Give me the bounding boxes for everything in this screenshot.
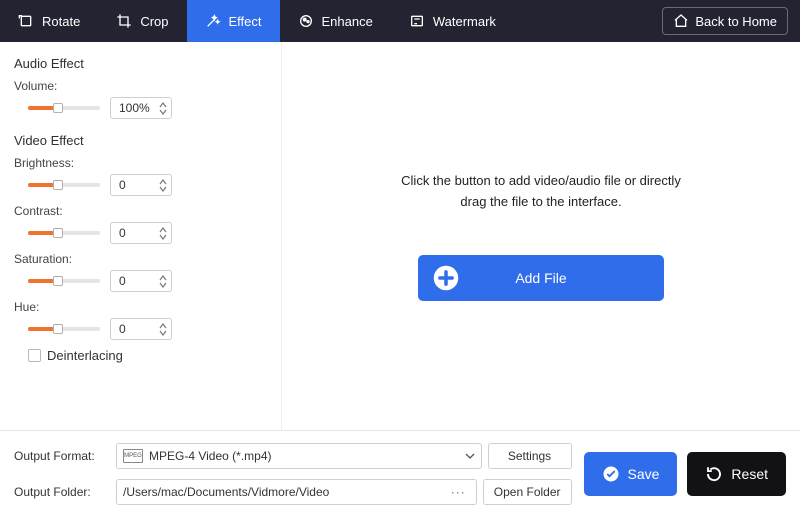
output-format-value: MPEG-4 Video (*.mp4) bbox=[149, 449, 459, 463]
contrast-label: Contrast: bbox=[14, 204, 267, 218]
check-circle-icon bbox=[602, 465, 620, 483]
brightness-stepper[interactable]: 0 bbox=[110, 174, 172, 196]
tab-label: Watermark bbox=[433, 14, 496, 29]
step-down[interactable] bbox=[159, 186, 167, 192]
slider-thumb[interactable] bbox=[53, 228, 63, 238]
step-up[interactable] bbox=[159, 227, 167, 233]
enhance-icon bbox=[298, 13, 314, 29]
step-up[interactable] bbox=[159, 275, 167, 281]
tab-watermark[interactable]: Watermark bbox=[391, 0, 514, 42]
save-label: Save bbox=[628, 466, 660, 482]
volume-value: 100% bbox=[119, 101, 155, 115]
main-area: Audio Effect Volume: 100% Video Effect B… bbox=[0, 42, 800, 430]
deinterlacing-label: Deinterlacing bbox=[47, 348, 123, 363]
reset-label: Reset bbox=[731, 466, 768, 482]
brightness-label: Brightness: bbox=[14, 156, 267, 170]
saturation-label: Saturation: bbox=[14, 252, 267, 266]
add-file-button[interactable]: Add File bbox=[418, 255, 664, 301]
tab-label: Effect bbox=[229, 14, 262, 29]
save-button[interactable]: Save bbox=[584, 452, 678, 496]
tab-label: Enhance bbox=[322, 14, 373, 29]
tab-label: Crop bbox=[140, 14, 168, 29]
volume-stepper[interactable]: 100% bbox=[110, 97, 172, 119]
step-up[interactable] bbox=[159, 179, 167, 185]
effects-sidebar: Audio Effect Volume: 100% Video Effect B… bbox=[0, 42, 282, 430]
tab-effect[interactable]: Effect bbox=[187, 0, 280, 42]
tab-crop[interactable]: Crop bbox=[98, 0, 186, 42]
open-folder-label: Open Folder bbox=[494, 485, 561, 499]
format-badge-icon: MPEG bbox=[123, 449, 143, 463]
step-down[interactable] bbox=[159, 109, 167, 115]
output-fields: Output Format: MPEG MPEG-4 Video (*.mp4)… bbox=[14, 443, 572, 505]
brightness-value: 0 bbox=[119, 178, 155, 192]
slider-thumb[interactable] bbox=[53, 103, 63, 113]
tab-label: Rotate bbox=[42, 14, 80, 29]
watermark-icon bbox=[409, 13, 425, 29]
output-folder-field[interactable]: /Users/mac/Documents/Vidmore/Video ··· bbox=[116, 479, 477, 505]
saturation-stepper[interactable]: 0 bbox=[110, 270, 172, 292]
deinterlacing-checkbox[interactable] bbox=[28, 349, 41, 362]
saturation-value: 0 bbox=[119, 274, 155, 288]
volume-slider[interactable] bbox=[28, 100, 100, 116]
back-to-home-button[interactable]: Back to Home bbox=[662, 7, 788, 35]
open-folder-button[interactable]: Open Folder bbox=[483, 479, 572, 505]
volume-label: Volume: bbox=[14, 79, 267, 93]
rotate-icon bbox=[18, 13, 34, 29]
tab-enhance[interactable]: Enhance bbox=[280, 0, 391, 42]
output-folder-label: Output Folder: bbox=[14, 485, 110, 499]
hue-stepper[interactable]: 0 bbox=[110, 318, 172, 340]
drop-hint: Click the button to add video/audio file… bbox=[401, 171, 681, 213]
bottom-bar: Output Format: MPEG MPEG-4 Video (*.mp4)… bbox=[0, 430, 800, 517]
step-down[interactable] bbox=[159, 330, 167, 336]
reset-button[interactable]: Reset bbox=[687, 452, 786, 496]
reset-icon bbox=[705, 465, 723, 483]
hue-value: 0 bbox=[119, 322, 155, 336]
contrast-value: 0 bbox=[119, 226, 155, 240]
output-format-label: Output Format: bbox=[14, 449, 110, 463]
browse-folder-button[interactable]: ··· bbox=[447, 485, 470, 499]
video-effect-heading: Video Effect bbox=[14, 133, 267, 148]
saturation-slider[interactable] bbox=[28, 273, 100, 289]
contrast-stepper[interactable]: 0 bbox=[110, 222, 172, 244]
deinterlacing-row[interactable]: Deinterlacing bbox=[28, 348, 267, 363]
settings-label: Settings bbox=[508, 449, 551, 463]
step-down[interactable] bbox=[159, 282, 167, 288]
home-icon bbox=[673, 13, 689, 29]
slider-thumb[interactable] bbox=[53, 180, 63, 190]
effect-icon bbox=[205, 13, 221, 29]
audio-effect-heading: Audio Effect bbox=[14, 56, 267, 71]
brightness-slider[interactable] bbox=[28, 177, 100, 193]
hue-label: Hue: bbox=[14, 300, 267, 314]
output-format-select[interactable]: MPEG MPEG-4 Video (*.mp4) bbox=[116, 443, 482, 469]
toolbar-right: Back to Home bbox=[650, 0, 800, 42]
back-home-label: Back to Home bbox=[695, 14, 777, 29]
crop-icon bbox=[116, 13, 132, 29]
step-up[interactable] bbox=[159, 102, 167, 108]
settings-button[interactable]: Settings bbox=[488, 443, 572, 469]
hue-slider[interactable] bbox=[28, 321, 100, 337]
slider-thumb[interactable] bbox=[53, 276, 63, 286]
preview-pane[interactable]: Click the button to add video/audio file… bbox=[282, 42, 800, 430]
contrast-slider[interactable] bbox=[28, 225, 100, 241]
tab-rotate[interactable]: Rotate bbox=[0, 0, 98, 42]
chevron-down-icon bbox=[465, 451, 475, 461]
slider-thumb[interactable] bbox=[53, 324, 63, 334]
step-down[interactable] bbox=[159, 234, 167, 240]
output-folder-value: /Users/mac/Documents/Vidmore/Video bbox=[123, 485, 441, 499]
bottom-actions: Save Reset bbox=[584, 452, 787, 496]
add-file-label: Add File bbox=[418, 270, 664, 286]
step-up[interactable] bbox=[159, 323, 167, 329]
top-toolbar: Rotate Crop Effect Enhance Watermark Bac… bbox=[0, 0, 800, 42]
